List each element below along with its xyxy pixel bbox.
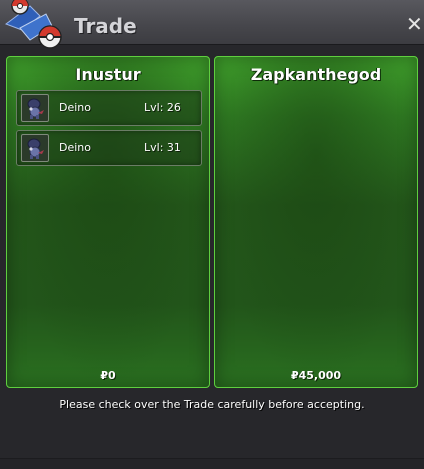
- left-trader-name: Inustur: [75, 65, 141, 84]
- slot-pokemon-level: Lvl: 31: [144, 141, 181, 154]
- right-trader-name: Zapkanthegod: [250, 65, 382, 84]
- trade-slot-2[interactable]: Deino Lvl: 31: [16, 130, 202, 166]
- bottom-bar: [0, 458, 424, 469]
- deino-icon: [21, 94, 49, 122]
- slot-pokemon-level: Lvl: 26: [144, 101, 181, 114]
- right-trader-money: ₽45,000: [290, 369, 342, 382]
- pokeball-logo-icon: [4, 0, 62, 49]
- left-trader-panel: Inustur Deino Lvl: 26 Deino Lvl: 31 ₽0: [6, 56, 210, 388]
- trade-slot-1[interactable]: Deino Lvl: 26: [16, 90, 202, 126]
- title-bar[interactable]: Trade ✕: [0, 0, 424, 49]
- left-trader-money: ₽0: [100, 369, 116, 382]
- deino-icon: [21, 134, 49, 162]
- trade-window: Trade ✕ Inustur Deino Lvl: 26 Deino Lvl:…: [0, 0, 424, 469]
- trade-notice: Please check over the Trade carefully be…: [59, 398, 365, 411]
- right-trader-panel: Zapkanthegod ₽45,000: [214, 56, 418, 388]
- slot-pokemon-name: Deino: [59, 141, 91, 154]
- close-icon[interactable]: ✕: [406, 14, 423, 34]
- window-title: Trade: [74, 14, 137, 38]
- slot-pokemon-name: Deino: [59, 101, 91, 114]
